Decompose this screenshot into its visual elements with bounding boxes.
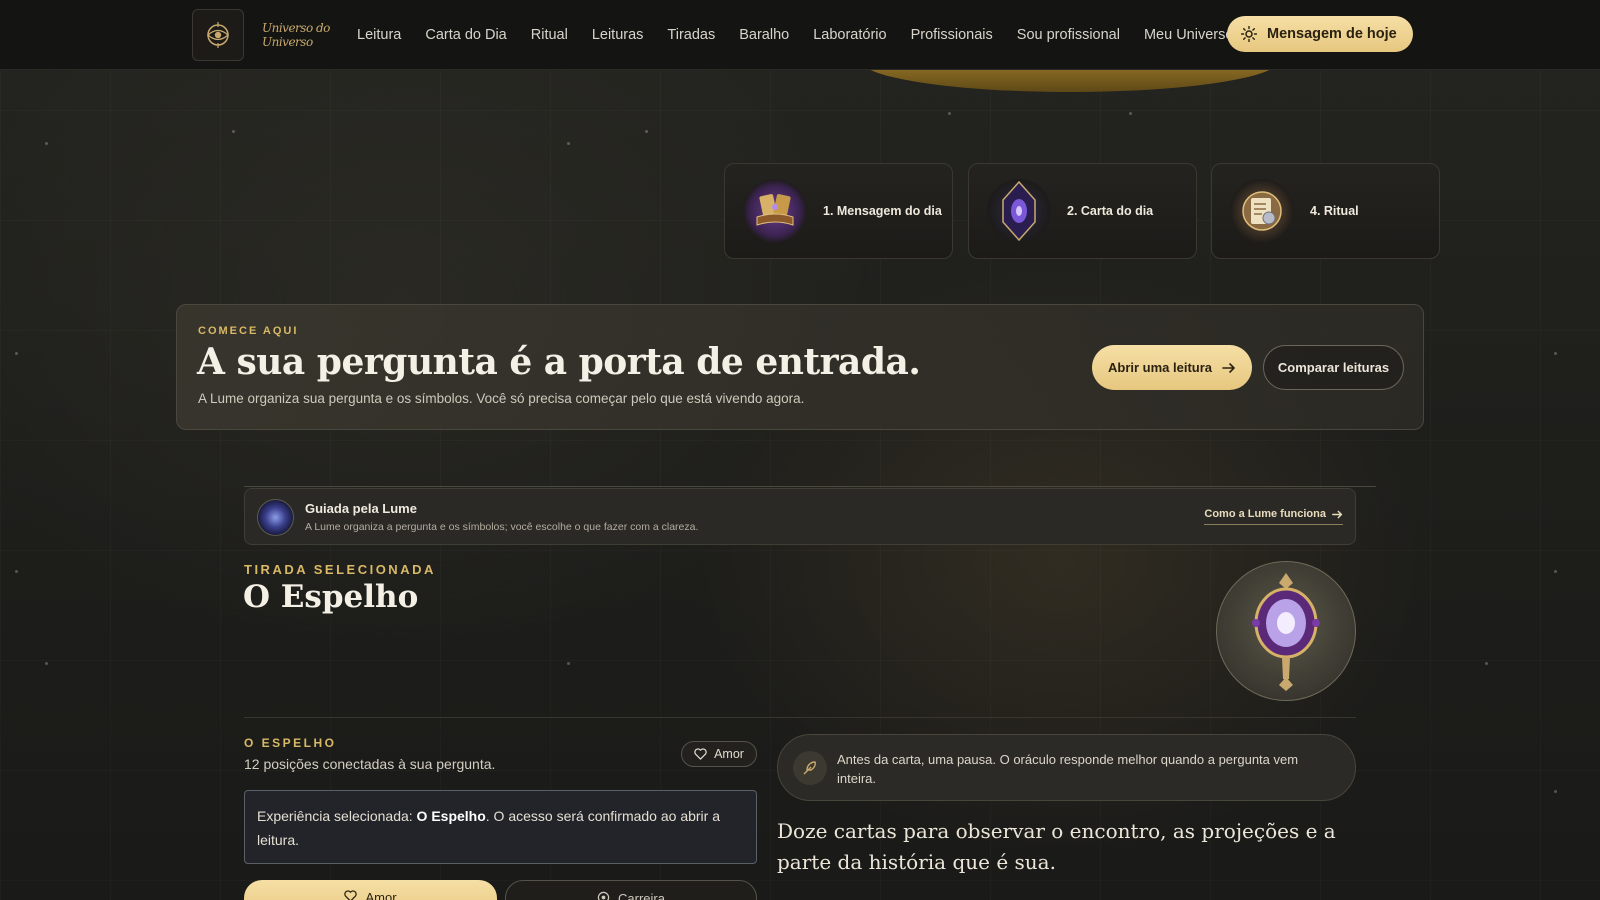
guide-bar: Guiada pela Lume A Lume organiza a pergu… <box>244 488 1356 545</box>
feather-icon <box>793 751 827 785</box>
message-today-label: Mensagem de hoje <box>1267 26 1397 42</box>
open-reading-button[interactable]: Abrir uma leitura <box>1092 345 1252 390</box>
how-lume-works-label: Como a Lume funciona <box>1204 508 1326 520</box>
content-divider <box>244 717 1356 718</box>
crystal-card-icon <box>987 179 1051 243</box>
section-divider <box>244 486 1376 487</box>
nav-meu-universo[interactable]: Meu Universo <box>1144 27 1233 43</box>
experience-notice: Experiência selecionada: O Espelho. O ac… <box>244 790 757 864</box>
nav-laboratorio[interactable]: Laboratório <box>813 27 886 43</box>
target-icon <box>597 891 610 900</box>
arrow-right-icon <box>1332 510 1343 518</box>
how-lume-works-link[interactable]: Como a Lume funciona <box>1204 508 1343 525</box>
chip-label: Amor <box>714 747 744 761</box>
mirror-emblem <box>1216 561 1356 701</box>
book-cards-icon <box>743 179 807 243</box>
nav-carta-do-dia[interactable]: Carta do Dia <box>425 27 506 43</box>
nav-ritual[interactable]: Ritual <box>531 27 568 43</box>
step-label: 1. Mensagem do dia <box>823 204 942 218</box>
nav-leitura[interactable]: Leitura <box>357 27 401 43</box>
step-card-ritual[interactable]: 4. Ritual <box>1211 163 1440 259</box>
step-card-mensagem[interactable]: 1. Mensagem do dia <box>724 163 953 259</box>
experience-prefix: Experiência selecionada: <box>257 808 417 824</box>
spread-kicker: O ESPELHO <box>244 736 337 750</box>
nav-tiradas[interactable]: Tiradas <box>667 27 715 43</box>
step-card-carta[interactable]: 2. Carta do dia <box>968 163 1197 259</box>
nav-baralho[interactable]: Baralho <box>739 27 789 43</box>
lume-avatar <box>257 499 294 536</box>
ritual-scroll-icon <box>1230 179 1294 243</box>
start-subtitle: A Lume organiza sua pergunta e os símbol… <box>198 391 805 406</box>
step-label: 4. Ritual <box>1310 204 1359 218</box>
arrow-right-icon <box>1222 362 1235 373</box>
experience-name: O Espelho <box>416 808 486 824</box>
sun-icon <box>1241 26 1257 42</box>
pause-notice: Antes da carta, uma pausa. O oráculo res… <box>777 734 1356 801</box>
start-kicker: COMECE AQUI <box>198 325 299 337</box>
step-label: 2. Carta do dia <box>1067 204 1154 218</box>
nav-profissionais[interactable]: Profissionais <box>911 27 993 43</box>
heart-icon <box>344 890 358 900</box>
option-label: Carreira <box>618 891 665 900</box>
open-reading-label: Abrir uma leitura <box>1107 360 1213 375</box>
option-amor-button[interactable]: Amor <box>244 880 497 900</box>
spread-intro: Doze cartas para observar o encontro, as… <box>777 819 1336 874</box>
nav-leituras[interactable]: Leituras <box>592 27 644 43</box>
option-label: Amor <box>365 890 397 900</box>
top-navigation: Universo do Universo Leitura Carta do Di… <box>0 0 1600 70</box>
logo-button[interactable] <box>192 9 244 61</box>
theme-chip-amor[interactable]: Amor <box>681 741 757 767</box>
mirror-icon <box>1252 573 1320 691</box>
guide-title: Guiada pela Lume <box>305 501 417 516</box>
start-panel: COMECE AQUI A sua pergunta é a porta de … <box>176 304 1424 430</box>
brand-wordmark[interactable]: Universo do Universo <box>262 21 352 49</box>
spread-subtitle: 12 posições conectadas à sua pergunta. <box>244 756 496 772</box>
compare-readings-button[interactable]: Comparar leituras <box>1263 345 1404 390</box>
option-carreira-button[interactable]: Carreira <box>505 880 757 900</box>
start-title: A sua pergunta é a porta de entrada. <box>197 341 921 383</box>
main-nav: Leitura Carta do Dia Ritual Leituras Tir… <box>357 0 1257 70</box>
guide-subtitle: A Lume organiza a pergunta e os símbolos… <box>305 521 699 533</box>
pause-text: Antes da carta, uma pausa. O oráculo res… <box>837 752 1299 786</box>
message-today-button[interactable]: Mensagem de hoje <box>1227 16 1413 52</box>
selected-spread-title: O Espelho <box>243 579 419 615</box>
nav-sou-profissional[interactable]: Sou profissional <box>1017 27 1120 43</box>
selected-kicker: TIRADA SELECIONADA <box>244 562 436 577</box>
eye-star-icon <box>207 22 229 48</box>
heart-icon <box>694 748 707 760</box>
